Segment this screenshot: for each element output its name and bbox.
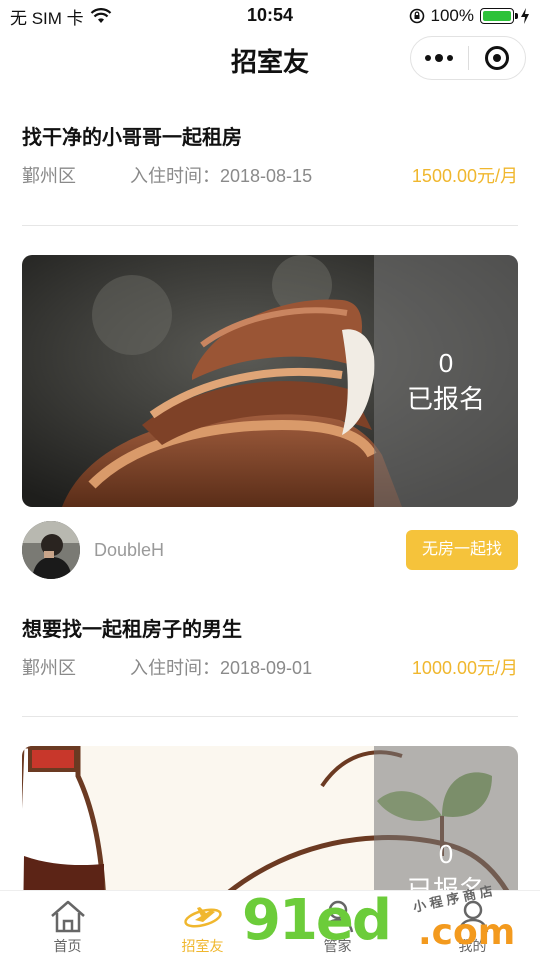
- close-miniprogram-button[interactable]: [469, 37, 526, 79]
- signup-label: 已报名: [406, 384, 485, 414]
- more-dot-icon: [425, 55, 432, 61]
- post-meta: 鄞州区 入住时间：2018-08-15 1500.00元/月: [22, 162, 518, 188]
- divider: [22, 716, 518, 717]
- avatar[interactable]: [22, 521, 80, 579]
- post-title[interactable]: 找干净的小哥哥一起租房: [22, 121, 242, 150]
- charging-icon: [521, 8, 529, 24]
- post-move-in-date: 入住时间：2018-09-01: [130, 658, 313, 678]
- post-move-in-date: 入住时间：2018-08-15: [130, 166, 313, 186]
- post-meta: 鄞州区 入住时间：2018-09-01 1000.00元/月: [22, 654, 518, 680]
- battery-percent: 100%: [430, 6, 474, 25]
- author-row: DoubleH 无房一起找: [22, 521, 518, 579]
- signup-label: 已报名: [406, 875, 485, 890]
- orientation-lock-icon: [409, 8, 424, 24]
- tab-label: 管家: [323, 938, 352, 954]
- wifi-icon: [90, 8, 111, 23]
- profile-icon: [451, 896, 495, 936]
- divider: [22, 225, 518, 226]
- avatar-image: [22, 521, 80, 579]
- post-price: 1000.00元/月: [411, 658, 518, 678]
- miniprogram-capsule: [410, 36, 526, 80]
- tab-label: 招室友: [181, 938, 224, 954]
- more-button[interactable]: [411, 37, 468, 79]
- author-name: DoubleH: [94, 539, 165, 560]
- tab-bar: 首页 招室友 管家 我的: [0, 890, 540, 960]
- page-title: 招室友: [230, 46, 309, 77]
- signup-overlay: 0 已报名: [374, 746, 518, 890]
- tab-profile[interactable]: 我的: [405, 891, 540, 960]
- tab-butler[interactable]: 管家: [270, 891, 405, 960]
- signup-count: 0: [438, 348, 454, 378]
- more-dot-icon: [447, 55, 454, 61]
- post-title[interactable]: 想要找一起租房子的男生: [22, 613, 242, 642]
- status-left: 无 SIM 卡: [10, 4, 112, 29]
- tab-roommate[interactable]: 招室友: [135, 891, 270, 960]
- status-right: 100%: [409, 6, 530, 26]
- more-dot-icon: [435, 54, 444, 62]
- post-district: 鄞州区: [22, 658, 76, 678]
- home-icon: [46, 896, 90, 936]
- roommate-icon: [181, 896, 225, 936]
- tab-home[interactable]: 首页: [0, 891, 135, 960]
- signup-overlay: 0 已报名: [374, 255, 518, 507]
- post-district: 鄞州区: [22, 166, 76, 186]
- post-list: 找干净的小哥哥一起租房 鄞州区 入住时间：2018-08-15 1500.00元…: [0, 88, 540, 890]
- post-price: 1500.00元/月: [411, 166, 518, 186]
- nav-bar: 招室友: [0, 32, 540, 88]
- post-cover[interactable]: 0 已报名: [22, 746, 518, 890]
- tab-label: 我的: [458, 938, 487, 954]
- status-bar: 无 SIM 卡 10:54 100%: [0, 0, 540, 32]
- search-type-button[interactable]: 无房一起找: [405, 530, 518, 570]
- butler-icon: [316, 896, 360, 936]
- battery-icon: [480, 8, 518, 24]
- target-icon: [484, 46, 509, 70]
- post-cover[interactable]: 0 已报名: [22, 255, 518, 507]
- battery-fill: [483, 11, 511, 21]
- carrier-label: 无 SIM 卡: [10, 8, 84, 28]
- tab-label: 首页: [53, 938, 82, 954]
- signup-count: 0: [438, 839, 454, 869]
